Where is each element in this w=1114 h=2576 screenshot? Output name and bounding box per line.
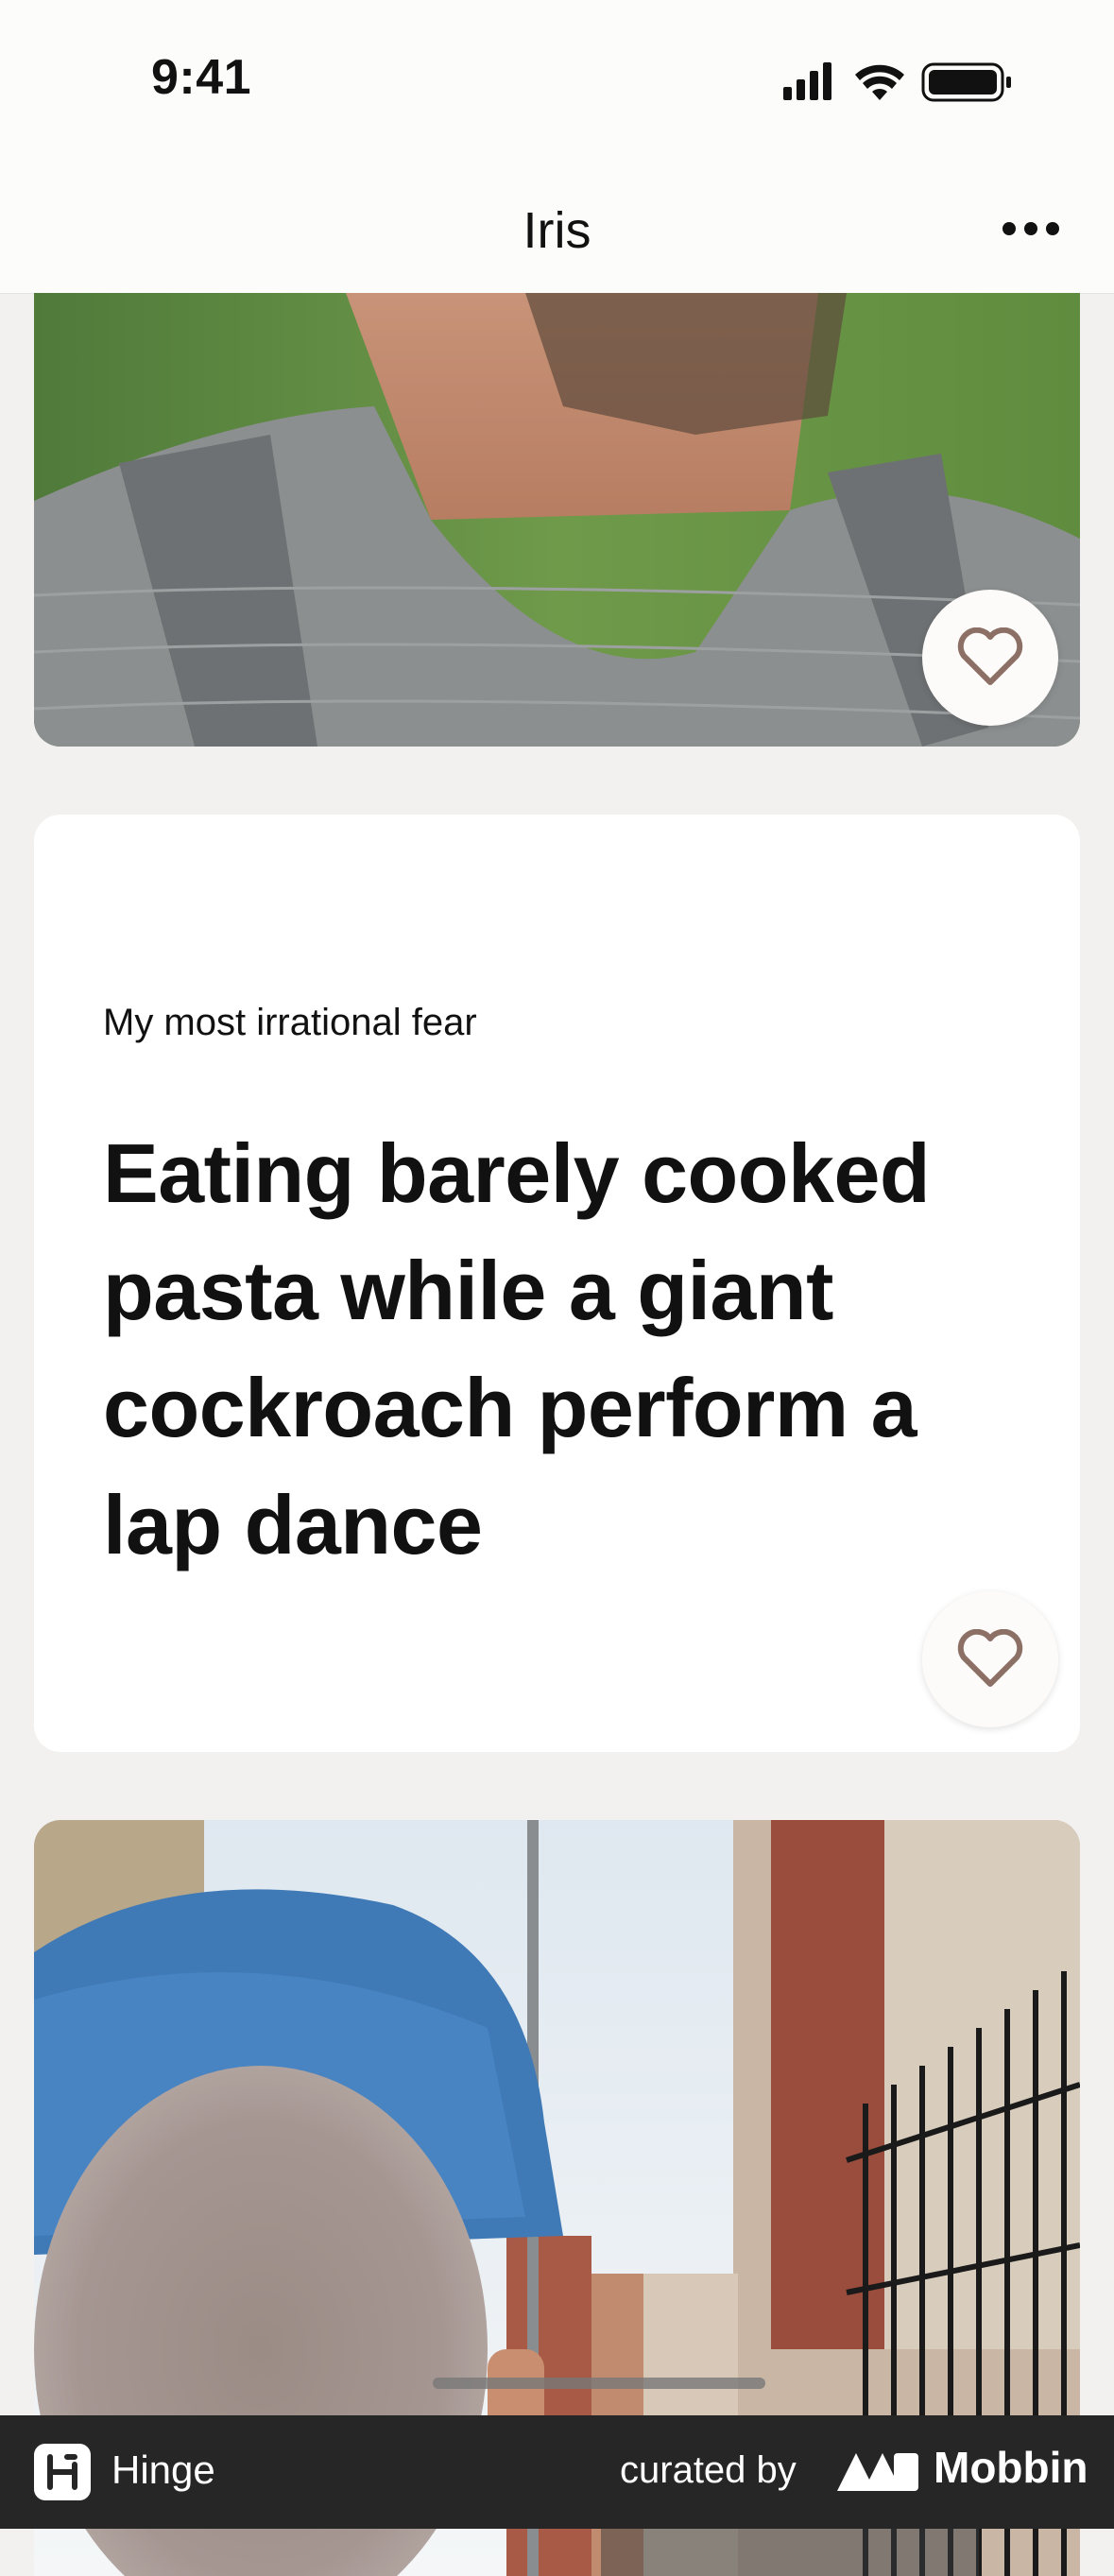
- status-time: 9:41: [151, 50, 252, 105]
- status-bar: 9:41: [0, 0, 1114, 165]
- prompt-question: My most irrational fear: [103, 1002, 477, 1043]
- brand-name: Mobbin: [934, 2443, 1088, 2492]
- mobbin-logo-icon: [837, 2453, 918, 2491]
- heart-icon: [957, 1629, 1023, 1687]
- like-prompt-button[interactable]: [922, 1591, 1058, 1727]
- footer-bar: Hinge curated by Mobbin: [0, 2415, 1114, 2529]
- battery-icon: [921, 62, 1011, 102]
- wifi-icon: [855, 64, 904, 100]
- hinge-logo-icon: [34, 2444, 91, 2500]
- page-title: Iris: [523, 202, 591, 259]
- status-icons: [783, 62, 1011, 102]
- nav-bar: Iris: [0, 165, 1114, 294]
- prompt-card: My most irrational fear Eating barely co…: [34, 815, 1080, 1752]
- more-options-icon[interactable]: [1000, 205, 1062, 252]
- profile-photo-1: [34, 293, 1080, 747]
- heart-icon: [957, 627, 1023, 685]
- cellular-signal-icon: [783, 62, 831, 100]
- like-photo-1-button[interactable]: [922, 590, 1058, 726]
- curated-by-label: curated by: [620, 2449, 797, 2491]
- prompt-answer: Eating barely cooked pasta while a giant…: [103, 1126, 931, 1571]
- photo-1-image: [34, 293, 1080, 747]
- home-indicator[interactable]: [433, 2378, 765, 2389]
- app-name: Hinge: [111, 2447, 215, 2492]
